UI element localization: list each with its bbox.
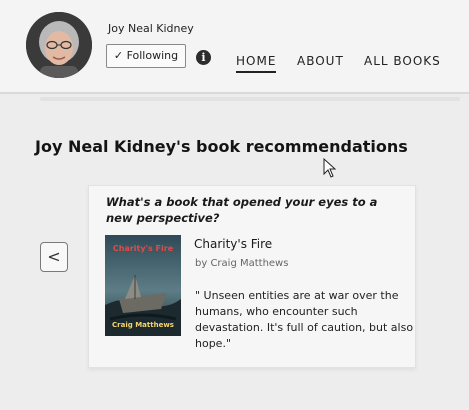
previous-button[interactable]: < [40, 242, 68, 272]
mouse-cursor-icon [323, 158, 337, 178]
nav-all-books[interactable]: ALL BOOKS [364, 54, 441, 68]
nav-home[interactable]: HOME [236, 54, 277, 73]
author-avatar[interactable] [26, 12, 92, 78]
section-title: Joy Neal Kidney's book recommendations [35, 137, 408, 156]
following-button[interactable]: ✓ Following [106, 44, 186, 68]
author-name: Joy Neal Kidney [108, 22, 194, 35]
cover-author: Craig Matthews [112, 321, 174, 329]
nav-about[interactable]: ABOUT [297, 54, 344, 68]
book-title[interactable]: Charity's Fire [194, 237, 272, 251]
info-icon[interactable]: i [196, 50, 211, 65]
cover-title: Charity's Fire [112, 244, 174, 253]
recommendation-quote: " Unseen entities are at war over the hu… [195, 289, 414, 350]
recommendation-question: What's a book that opened your eyes to a… [106, 195, 378, 225]
author-header: Joy Neal Kidney ✓ Following i HOME ABOUT… [0, 0, 469, 94]
book-author[interactable]: by Craig Matthews [195, 258, 288, 269]
book-cover[interactable]: Charity's Fire Craig Matthews [105, 235, 181, 336]
header-divider [40, 97, 460, 101]
